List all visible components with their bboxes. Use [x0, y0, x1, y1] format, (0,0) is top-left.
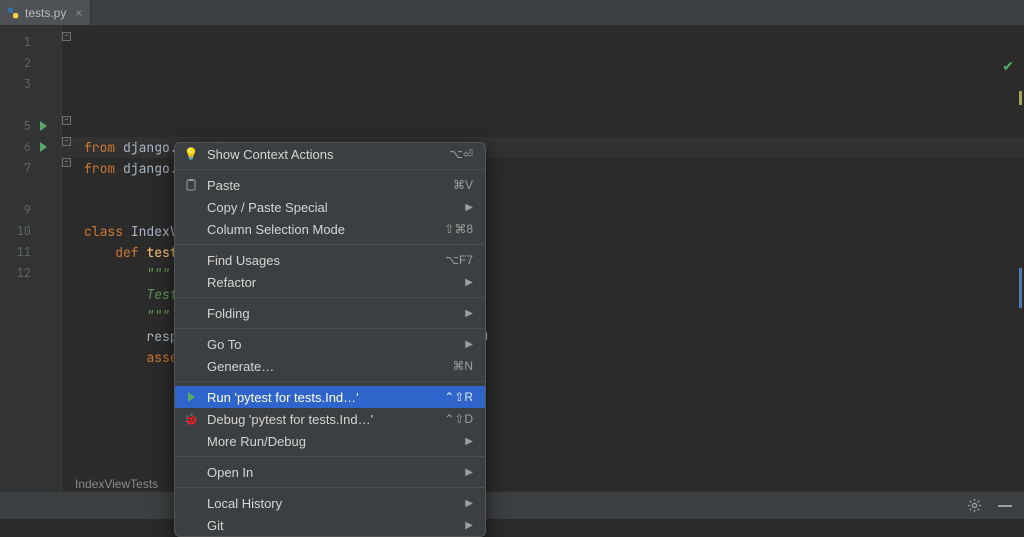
code-token: class	[84, 223, 131, 240]
submenu-arrow-icon: ▶	[465, 308, 473, 319]
menu-separator	[175, 297, 485, 298]
paste-icon	[183, 179, 199, 191]
menu-label: Show Context Actions	[207, 147, 441, 162]
menu-label: Find Usages	[207, 253, 437, 268]
menu-label: Refactor	[207, 275, 457, 290]
menu-label: Folding	[207, 306, 457, 321]
menu-item-goto[interactable]: Go To ▶	[175, 333, 485, 355]
menu-shortcut: ⌘N	[452, 359, 473, 373]
menu-label: Generate…	[207, 359, 444, 374]
menu-label: Open In	[207, 465, 457, 480]
breadcrumb[interactable]: IndexViewTests	[75, 477, 158, 491]
line-number[interactable]: 11	[0, 242, 61, 263]
submenu-arrow-icon: ▶	[465, 436, 473, 447]
bug-icon: 🐞	[183, 412, 199, 426]
fold-icon[interactable]: −	[62, 137, 71, 146]
menu-label: More Run/Debug	[207, 434, 457, 449]
code-token: asse	[84, 349, 178, 366]
code-token: from	[84, 160, 115, 177]
menu-item-git[interactable]: Git ▶	[175, 514, 485, 536]
line-number[interactable]	[0, 95, 61, 116]
menu-label: Run 'pytest for tests.Ind…'	[207, 390, 436, 405]
line-number[interactable]: 2	[0, 53, 61, 74]
submenu-arrow-icon: ▶	[465, 202, 473, 213]
menu-shortcut: ⌘V	[453, 178, 473, 192]
line-number[interactable]: 1	[0, 32, 61, 53]
menu-separator	[175, 328, 485, 329]
menu-label: Copy / Paste Special	[207, 200, 457, 215]
marker-stripe[interactable]	[1019, 268, 1022, 308]
menu-separator	[175, 169, 485, 170]
context-menu: 💡 Show Context Actions ⌥⏎ Paste ⌘V Copy …	[174, 142, 486, 537]
menu-shortcut: ⌃⇧R	[444, 390, 473, 404]
menu-separator	[175, 487, 485, 488]
line-number[interactable]: 7	[0, 158, 61, 179]
line-number[interactable]: 10	[0, 221, 61, 242]
menu-item-local-history[interactable]: Local History ▶	[175, 492, 485, 514]
submenu-arrow-icon: ▶	[465, 339, 473, 350]
line-number[interactable]	[0, 179, 61, 200]
menu-separator	[175, 381, 485, 382]
menu-item-run-pytest[interactable]: Run 'pytest for tests.Ind…' ⌃⇧R	[175, 386, 485, 408]
menu-item-find-usages[interactable]: Find Usages ⌥F7	[175, 249, 485, 271]
menu-shortcut: ⇧⌘8	[444, 222, 473, 236]
menu-label: Paste	[207, 178, 445, 193]
marker-stripe[interactable]	[1019, 91, 1022, 105]
menu-label: Git	[207, 518, 457, 533]
status-bar	[0, 491, 1024, 519]
run-gutter-icon[interactable]	[40, 142, 47, 152]
submenu-arrow-icon: ▶	[465, 520, 473, 531]
menu-label: Go To	[207, 337, 457, 352]
menu-item-copy-paste-special[interactable]: Copy / Paste Special ▶	[175, 196, 485, 218]
line-number[interactable]: 12	[0, 263, 61, 284]
code-token: """	[84, 307, 178, 324]
menu-item-refactor[interactable]: Refactor ▶	[175, 271, 485, 293]
menu-item-show-context-actions[interactable]: 💡 Show Context Actions ⌥⏎	[175, 143, 485, 165]
menu-label: Debug 'pytest for tests.Ind…'	[207, 412, 436, 427]
python-file-icon	[6, 6, 20, 20]
close-tab-icon[interactable]: ×	[75, 6, 82, 20]
code-token: """	[84, 265, 170, 282]
code-token: def	[84, 244, 146, 261]
menu-item-paste[interactable]: Paste ⌘V	[175, 174, 485, 196]
submenu-arrow-icon: ▶	[465, 498, 473, 509]
tab-filename: tests.py	[25, 6, 66, 20]
submenu-arrow-icon: ▶	[465, 467, 473, 478]
tab-bar: tests.py ×	[0, 0, 1024, 26]
menu-item-more-run-debug[interactable]: More Run/Debug ▶	[175, 430, 485, 452]
line-number[interactable]: 5	[0, 116, 61, 137]
fold-icon[interactable]: −	[62, 32, 71, 41]
menu-item-generate[interactable]: Generate… ⌘N	[175, 355, 485, 377]
inspection-ok-icon[interactable]: ✔	[1002, 58, 1014, 76]
line-number[interactable]: 9	[0, 200, 61, 221]
menu-shortcut: ⌥F7	[445, 253, 473, 267]
hide-toolwindow-icon[interactable]	[998, 505, 1012, 507]
menu-label: Column Selection Mode	[207, 222, 436, 237]
menu-shortcut: ⌥⏎	[449, 147, 473, 161]
run-gutter-icon[interactable]	[40, 121, 47, 131]
menu-item-open-in[interactable]: Open In ▶	[175, 461, 485, 483]
menu-shortcut: ⌃⇧D	[444, 412, 473, 426]
bulb-icon: 💡	[183, 147, 199, 161]
editor: 1 2 3 5 6 7 9 10 11 12 − − − − from djan…	[0, 26, 1024, 491]
run-icon	[183, 392, 199, 402]
fold-icon[interactable]: −	[62, 116, 71, 125]
gear-icon[interactable]	[967, 498, 982, 513]
menu-item-folding[interactable]: Folding ▶	[175, 302, 485, 324]
code-token: resp	[84, 328, 178, 345]
submenu-arrow-icon: ▶	[465, 277, 473, 288]
menu-item-debug-pytest[interactable]: 🐞 Debug 'pytest for tests.Ind…' ⌃⇧D	[175, 408, 485, 430]
fold-icon[interactable]: −	[62, 158, 71, 167]
line-number[interactable]: 6	[0, 137, 61, 158]
editor-tab-tests[interactable]: tests.py ×	[0, 0, 91, 25]
menu-item-column-selection[interactable]: Column Selection Mode ⇧⌘8	[175, 218, 485, 240]
gutter: 1 2 3 5 6 7 9 10 11 12	[0, 26, 62, 491]
menu-separator	[175, 244, 485, 245]
menu-separator	[175, 456, 485, 457]
menu-label: Local History	[207, 496, 457, 511]
line-number[interactable]: 3	[0, 74, 61, 95]
